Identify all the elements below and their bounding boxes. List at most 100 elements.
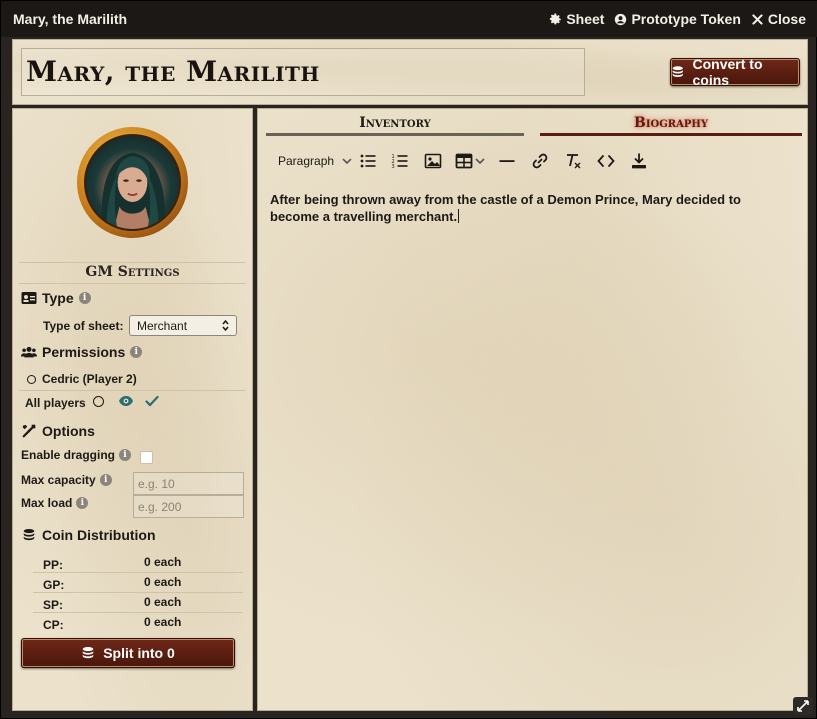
enable-dragging-label: Enable dragging — [21, 448, 116, 462]
permission-none-radio[interactable] — [93, 396, 104, 407]
type-heading-label: Type — [42, 290, 74, 306]
max-capacity-input[interactable]: e.g. 10 — [133, 472, 244, 495]
sheet-header: Mary, the Marilith Convert to coins — [12, 39, 808, 105]
max-capacity-row: Max capacity i — [21, 473, 112, 487]
table-icon — [455, 153, 473, 169]
close-label: Close — [767, 11, 806, 27]
biography-text: After being thrown away from the castle … — [270, 192, 741, 224]
clear-formatting-button[interactable] — [556, 149, 590, 173]
content-panel: Inventory Biography Paragraph 123 After … — [257, 108, 808, 711]
coins-icon — [672, 66, 683, 77]
sheet-window: Mary, the Marilith Sheet Prototype Token… — [0, 0, 817, 719]
link-icon — [532, 153, 548, 169]
enable-dragging-checkbox[interactable] — [140, 451, 153, 464]
id-card-icon — [21, 292, 37, 304]
player-permission-row: Cedric (Player 2) — [27, 372, 137, 386]
window-title: Mary, the Marilith — [13, 11, 128, 27]
split-coins-button[interactable]: Split into 0 — [21, 638, 235, 668]
coin-label: GP: — [43, 578, 65, 592]
close-button[interactable]: Close — [751, 11, 806, 27]
enable-dragging-row: Enable dragging i — [21, 448, 132, 462]
window-resize-handle[interactable] — [793, 697, 813, 715]
coin-label: PP: — [43, 558, 64, 572]
info-icon[interactable]: i — [119, 449, 132, 461]
gm-settings-title: GM Settings — [85, 264, 180, 280]
actor-avatar[interactable] — [77, 127, 188, 238]
image-icon — [424, 153, 442, 169]
divider — [33, 612, 243, 613]
coin-value: 0 each — [144, 595, 182, 609]
gm-settings-panel: GM Settings Type i Type of sheet: Mercha… — [12, 108, 253, 711]
gear-icon — [550, 12, 562, 24]
editor-toolbar: Paragraph 123 — [268, 149, 656, 173]
sheet-type-select[interactable]: Merchant — [129, 315, 237, 336]
resize-icon — [797, 700, 809, 712]
avatar-portrait — [84, 134, 181, 231]
max-capacity-label: Max capacity — [21, 473, 96, 487]
coins-icon — [82, 647, 94, 659]
player-name: Cedric (Player 2) — [42, 372, 137, 386]
coin-distribution-heading: Coin Distribution — [21, 527, 156, 543]
type-heading: Type i — [21, 290, 91, 306]
options-heading: Options — [21, 423, 95, 439]
chevron-down-icon — [342, 158, 352, 165]
paragraph-format-select[interactable]: Paragraph — [268, 149, 352, 173]
biography-editor[interactable]: After being thrown away from the castle … — [270, 191, 790, 225]
window-titlebar[interactable]: Mary, the Marilith Sheet Prototype Token… — [1, 1, 817, 37]
actor-name-input[interactable]: Mary, the Marilith — [21, 48, 585, 96]
max-load-input[interactable]: e.g. 200 — [133, 495, 244, 518]
info-icon[interactable]: i — [78, 292, 91, 304]
portrait-image — [101, 152, 165, 229]
insert-table-button[interactable] — [450, 149, 490, 173]
code-icon — [597, 155, 615, 167]
bullet-list-icon — [360, 154, 376, 168]
horizontal-rule-icon — [499, 160, 515, 162]
info-icon[interactable]: i — [76, 497, 89, 509]
divider — [19, 390, 246, 391]
source-code-button[interactable] — [590, 149, 622, 173]
tab-inventory-underline — [266, 133, 524, 136]
divider — [33, 572, 243, 573]
prototype-token-label: Prototype Token — [631, 11, 741, 27]
coin-value: 0 each — [144, 575, 182, 589]
coin-label: CP: — [43, 618, 64, 632]
coin-label: SP: — [43, 598, 64, 612]
convert-to-coins-button[interactable]: Convert to coins — [670, 56, 800, 88]
player-permission-radio[interactable] — [27, 374, 36, 384]
chevron-down-icon — [475, 158, 485, 165]
max-load-row: Max load i — [21, 496, 89, 510]
text-caret — [458, 209, 460, 223]
split-coins-label: Split into 0 — [103, 645, 175, 661]
divider — [19, 262, 246, 263]
coin-distribution-label: Coin Distribution — [42, 527, 156, 543]
type-of-sheet-label: Type of sheet: — [43, 319, 124, 333]
sheet-label: Sheet — [566, 11, 605, 27]
clear-formatting-icon — [567, 154, 581, 169]
max-load-label: Max load — [21, 496, 73, 510]
convert-to-coins-label: Convert to coins — [692, 56, 763, 88]
eye-icon[interactable] — [118, 395, 134, 407]
check-icon[interactable] — [145, 395, 159, 407]
permissions-heading: Permissions i — [21, 344, 143, 360]
divider — [33, 592, 243, 593]
insert-link-button[interactable] — [524, 149, 556, 173]
save-button[interactable] — [622, 149, 656, 173]
horizontal-rule-button[interactable] — [490, 149, 524, 173]
coin-value: 0 each — [144, 555, 182, 569]
info-icon[interactable]: i — [99, 474, 112, 486]
svg-text:3: 3 — [392, 164, 395, 170]
all-players-label: All players — [25, 396, 86, 410]
paragraph-format-label: Paragraph — [278, 154, 335, 168]
prototype-token-button[interactable]: Prototype Token — [614, 11, 741, 27]
permissions-heading-label: Permissions — [42, 344, 126, 360]
bullet-list-button[interactable] — [352, 149, 384, 173]
options-heading-label: Options — [42, 423, 95, 439]
tools-icon — [22, 424, 36, 438]
coins-icon — [23, 529, 35, 541]
sheet-button[interactable]: Sheet — [549, 11, 604, 27]
insert-image-button[interactable] — [416, 149, 450, 173]
users-icon — [21, 346, 37, 358]
numbered-list-button[interactable]: 123 — [384, 149, 416, 173]
info-icon[interactable]: i — [130, 346, 143, 358]
coin-value: 0 each — [144, 615, 182, 629]
